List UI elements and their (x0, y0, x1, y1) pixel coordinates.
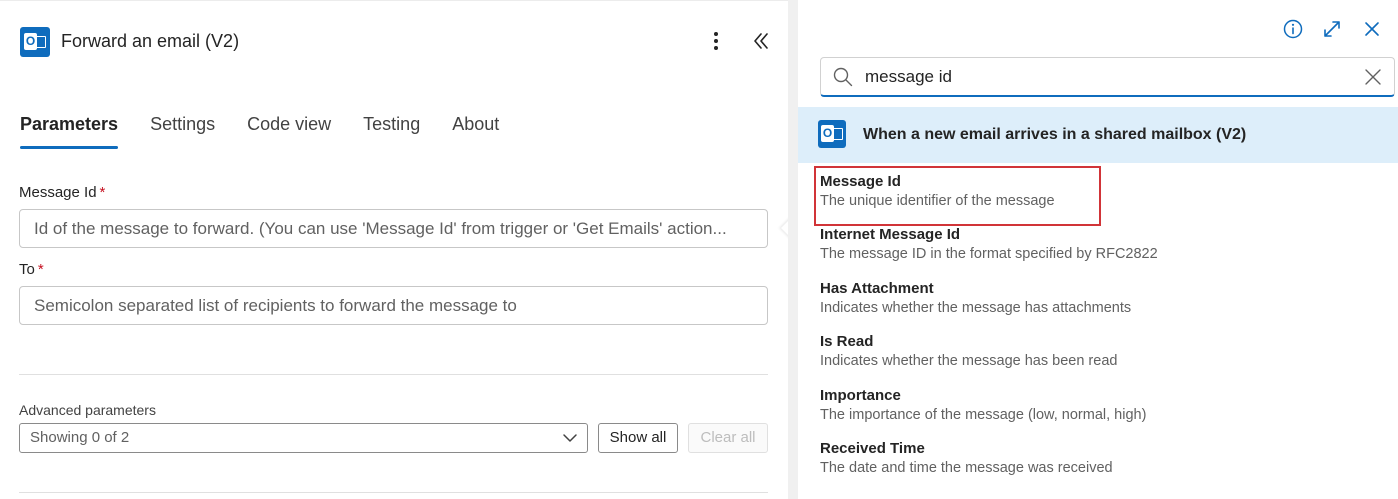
top-divider (0, 0, 788, 1)
token-message-id[interactable]: Message Id The unique identifier of the … (820, 173, 1380, 209)
required-mark: * (37, 261, 44, 278)
action-title: Forward an email (V2) (61, 31, 240, 51)
token-description: The importance of the message (low, norm… (820, 407, 1147, 423)
token-name: Message Id (820, 173, 901, 190)
more-options-button[interactable] (704, 28, 728, 54)
info-button[interactable] (1281, 17, 1305, 41)
close-icon (1365, 22, 1379, 36)
token-description: The unique identifier of the message (820, 193, 1055, 209)
tab-settings[interactable]: Settings (150, 114, 215, 149)
token-description: The message ID in the format specified b… (820, 246, 1158, 262)
section-divider (19, 492, 768, 493)
required-mark: * (99, 184, 106, 201)
show-all-button[interactable]: Show all (598, 423, 678, 453)
token-description: Indicates whether the message has attach… (820, 300, 1132, 316)
token-name: Received Time (820, 440, 925, 457)
to-input[interactable]: Semicolon separated list of recipients t… (19, 286, 768, 325)
token-received-time[interactable]: Received Time The date and time the mess… (820, 440, 1380, 476)
token-has-attachment[interactable]: Has Attachment Indicates whether the mes… (820, 280, 1380, 316)
clear-search-icon[interactable] (1364, 68, 1382, 86)
tab-bar: Parameters Settings Code view Testing Ab… (20, 114, 531, 149)
token-description: The date and time the message was receiv… (820, 460, 1113, 476)
section-divider (19, 374, 768, 375)
trigger-group-header[interactable]: O When a new email arrives in a shared m… (798, 107, 1398, 163)
search-value: message id (865, 67, 952, 86)
dropdown-value: Showing 0 of 2 (30, 429, 130, 446)
collapse-panel-button[interactable] (749, 29, 773, 53)
token-description: Indicates whether the message has been r… (820, 353, 1118, 369)
clear-all-button[interactable]: Clear all (688, 423, 768, 453)
advanced-parameters-dropdown[interactable]: Showing 0 of 2 (19, 423, 588, 453)
dynamic-content-flyout: message id O When a new email arrives in… (788, 0, 1398, 499)
outlook-icon: O (818, 120, 846, 148)
message-id-input[interactable]: Id of the message to forward. (You can u… (19, 209, 768, 248)
info-icon (1283, 19, 1303, 39)
tab-code-view[interactable]: Code view (247, 114, 331, 149)
token-name: Internet Message Id (820, 226, 961, 243)
token-name: Is Read (820, 333, 874, 350)
to-label: To * (19, 261, 44, 278)
token-name: Has Attachment (820, 280, 934, 297)
outlook-icon: O (20, 27, 50, 57)
token-internet-message-id[interactable]: Internet Message Id The message ID in th… (820, 226, 1380, 262)
token-importance[interactable]: Importance The importance of the message… (820, 387, 1380, 423)
tab-testing[interactable]: Testing (363, 114, 420, 149)
token-name: Importance (820, 387, 901, 404)
chevron-down-icon (563, 434, 577, 442)
trigger-title: When a new email arrives in a shared mai… (863, 126, 1247, 143)
search-icon (833, 67, 853, 87)
expand-button[interactable] (1320, 17, 1344, 41)
expand-icon (1324, 21, 1340, 37)
search-input[interactable]: message id (820, 57, 1395, 97)
action-panel: O Forward an email (V2) Parameters Setti… (0, 0, 788, 499)
double-chevron-left-icon (754, 33, 768, 49)
token-is-read[interactable]: Is Read Indicates whether the message ha… (820, 333, 1380, 369)
tab-about[interactable]: About (452, 114, 499, 149)
message-id-label: Message Id * (19, 184, 106, 201)
tab-parameters[interactable]: Parameters (20, 114, 119, 149)
advanced-parameters-label: Advanced parameters (19, 402, 156, 418)
close-button[interactable] (1360, 17, 1384, 41)
